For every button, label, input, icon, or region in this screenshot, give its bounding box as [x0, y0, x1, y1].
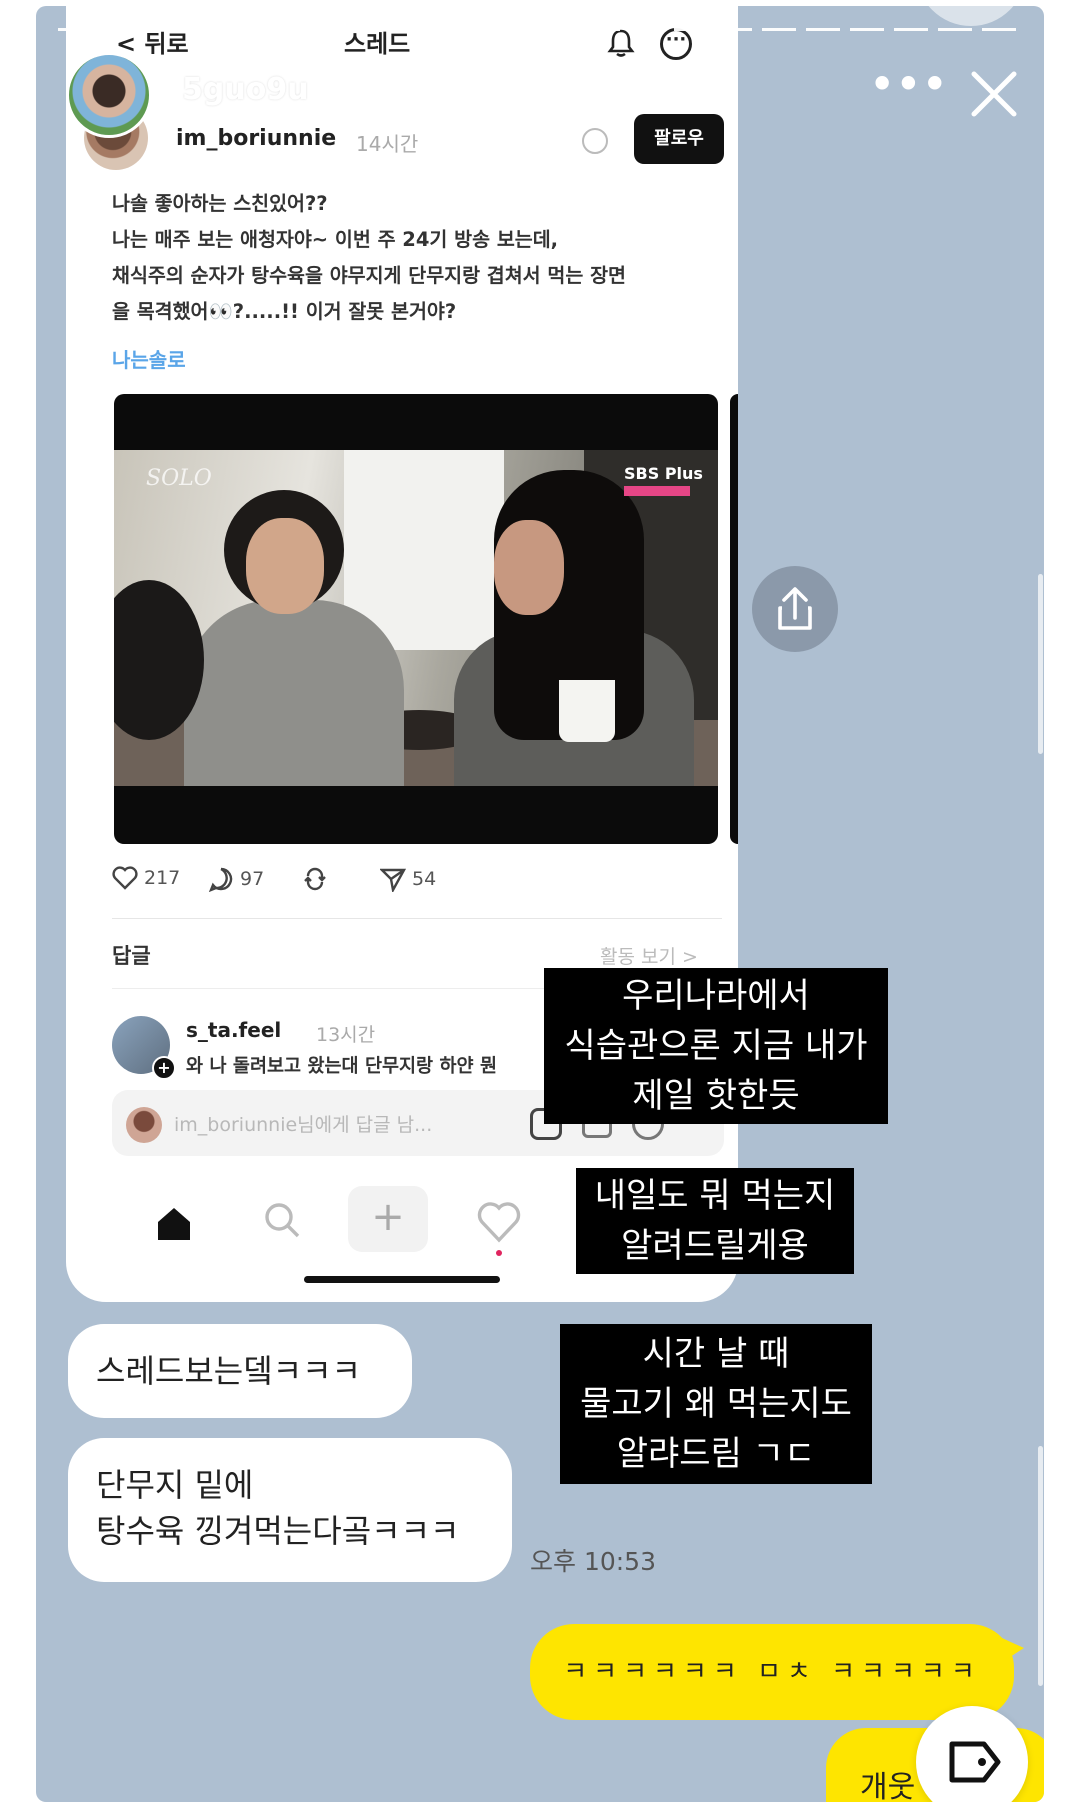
chat-bubble-line: 탕수육 낑겨먹는다곸ㅋㅋㅋ [96, 1512, 460, 1550]
story-time: 29분 [320, 82, 378, 112]
post-line: 나솔 좋아하는 스친있어?? [112, 192, 328, 215]
caption-line: 제일 핫한듯 [632, 1076, 800, 1116]
close-icon[interactable] [966, 66, 1022, 122]
sticker-tag-button[interactable] [916, 1706, 1028, 1802]
search-icon [265, 1203, 300, 1238]
post-author-username: im_boriunnie [176, 126, 337, 151]
story-username[interactable]: 5guo9u [182, 72, 309, 107]
caption-line: 물고기 왜 먹는지도 [580, 1384, 852, 1424]
video-watermark-sbs: SBS Plus [624, 464, 703, 483]
chat-bubble-line: 단무지 밑에 [96, 1466, 254, 1504]
activity-heart-icon [477, 1202, 521, 1243]
my-avatar [126, 1107, 162, 1143]
scroll-handle [1038, 574, 1043, 754]
notification-dot [496, 1250, 502, 1256]
post-actions: 217 97 54 [112, 866, 712, 906]
story-more-button[interactable]: ••• [870, 65, 949, 103]
follow-button: 팔로우 [634, 114, 724, 164]
caption-line: 시간 날 때 [642, 1334, 790, 1374]
post-line: 채식주의 순자가 탕수육을 야무지게 단무지랑 겹쳐서 먹는 장면 [112, 264, 626, 287]
home-icon [158, 1208, 190, 1240]
send-icon [380, 868, 406, 892]
reply-author-username: s_ta.feel [186, 1018, 282, 1042]
reply-time: 13시간 [316, 1024, 376, 1046]
caption-line: 알랴드림 ㄱㄷ [616, 1434, 816, 1474]
comment-count: 97 [240, 868, 265, 890]
post-text: 나솔 좋아하는 스친있어?? 나는 매주 보는 애청자야~ 이번 주 24기 방… [112, 186, 722, 330]
story-progress-bar [58, 28, 1018, 31]
share-icon [778, 587, 812, 630]
share-count: 54 [412, 868, 437, 890]
comment-action: 97 [208, 866, 264, 892]
post-line: 나는 매주 보는 애청자야~ 이번 주 24기 방송 보는데, [112, 228, 559, 251]
video-watermark-solo: SOLO [146, 466, 212, 491]
comment-icon [208, 867, 233, 892]
bell-icon [607, 29, 635, 57]
share-action: 54 [380, 866, 436, 892]
reply-input-placeholder: im_boriunnie님에게 답글 남... [174, 1114, 433, 1136]
post-line: 을 목격했어👀?.....!! 이거 잘못 본거야? [112, 300, 457, 323]
bubble-tail [1002, 1638, 1024, 1662]
repost-action [302, 866, 328, 892]
story-frame: < 뒤로 스레드 ··· im_boriunnie 14시간 팔로우 나솔 좋아… [36, 6, 1044, 1802]
caption-line: 내일도 뭐 먹는지 [594, 1176, 836, 1216]
scroll-handle [1038, 1446, 1043, 1686]
chat-timestamp: 오후 10:53 [530, 1547, 656, 1576]
caption-line: 식습관으론 지금 내가 [564, 1026, 868, 1066]
edit-icon [582, 128, 608, 154]
caption-line: 알려드릴게용 [621, 1226, 809, 1266]
follow-plus-icon: + [152, 1056, 176, 1080]
share-button[interactable] [752, 566, 838, 652]
caption-line: 우리나라에서 [622, 976, 810, 1016]
chat-bubble-received: 스레드보는뎈ㅋㅋㅋ [68, 1324, 412, 1418]
caption-sticker: 내일도 뭐 먹는지 알려드릴게용 [576, 1168, 854, 1274]
caption-sticker: 우리나라에서 식습관으론 지금 내가 제일 핫한듯 [544, 968, 888, 1124]
post-topic-tag: 나는솔로 [112, 348, 186, 372]
home-indicator [304, 1276, 500, 1283]
video-frame: SOLO SBS Plus [114, 450, 718, 786]
background-shape [916, 6, 1026, 26]
caption-sticker: 시간 날 때 물고기 왜 먹는지도 알랴드림 ㄱㄷ [560, 1324, 872, 1484]
post-video: SOLO SBS Plus [114, 394, 718, 844]
divider [112, 918, 722, 919]
threads-more-icon: ··· [660, 28, 692, 60]
tag-icon [949, 1741, 1001, 1783]
repost-icon [304, 867, 326, 891]
like-count: 217 [144, 867, 181, 889]
next-media-peek [730, 394, 738, 844]
story-user-avatar[interactable] [66, 52, 152, 138]
chat-bubble-received: 단무지 밑에 탕수육 낑겨먹는다곸ㅋㅋㅋ [68, 1438, 512, 1582]
heart-icon [112, 866, 138, 890]
view-activity-link: 활동 보기 > [600, 946, 698, 968]
like-action: 217 [112, 866, 180, 890]
replies-label: 답글 [112, 944, 151, 968]
reply-text: 와 나 돌려보고 왔는대 단무지랑 하얀 뭔 [186, 1056, 497, 1077]
threads-top-bar: < 뒤로 스레드 ··· [66, 16, 738, 72]
post-time: 14시간 [356, 132, 419, 156]
new-post-icon: + [348, 1186, 428, 1252]
